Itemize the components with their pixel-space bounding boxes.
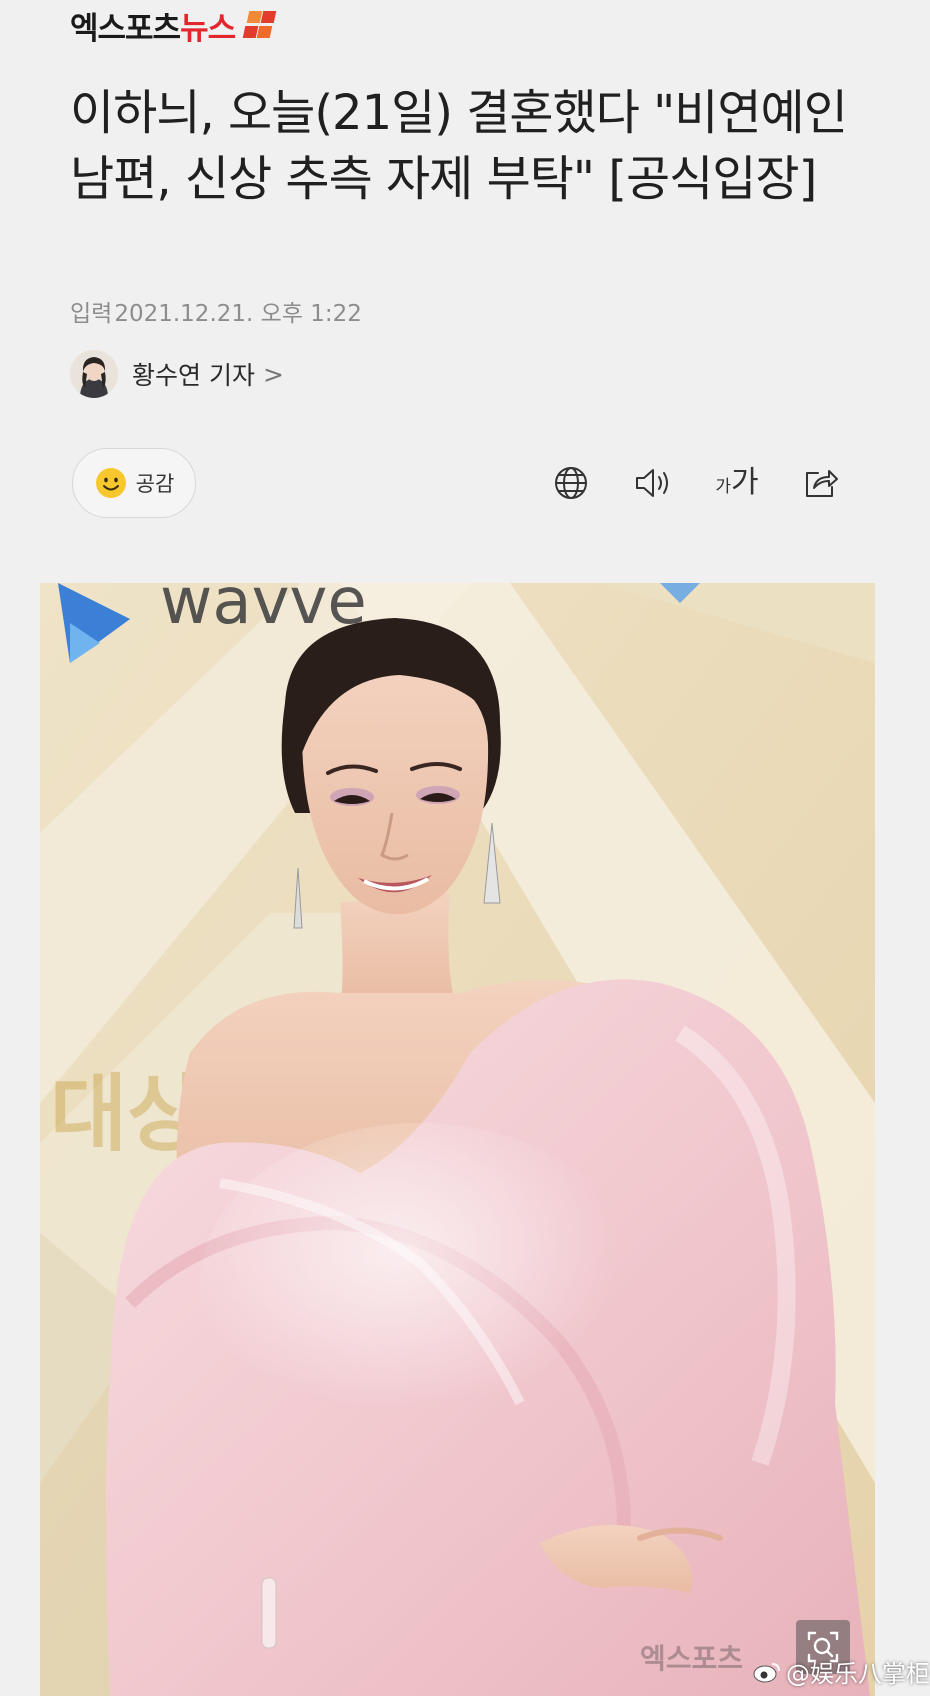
- logo-text-main: 엑스포츠: [70, 11, 181, 47]
- photo-watermark-text: 엑스포츠: [640, 1642, 743, 1675]
- weibo-watermark-text: @娱乐八掌柜: [786, 1660, 930, 1688]
- article-page: 엑스포츠뉴스 이하늬, 오늘(21일) 결혼했다 "비연예인 남편, 신상 추측…: [0, 0, 930, 1696]
- reporter-avatar: [70, 350, 118, 398]
- article-photo[interactable]: wavve 대상 엑스포츠: [40, 583, 875, 1696]
- reporter-link[interactable]: 황수연 기자 >: [70, 350, 284, 398]
- font-size-large-label: 가: [731, 465, 759, 500]
- timestamp-value: 2021.12.21. 오후 1:22: [114, 301, 362, 327]
- site-logo[interactable]: 엑스포츠뉴스: [70, 10, 277, 47]
- smile-icon: [95, 468, 126, 498]
- photo-illustration: wavve 대상 엑스포츠: [40, 583, 875, 1696]
- like-button[interactable]: 공감: [72, 448, 196, 518]
- chevron-right-icon: >: [262, 359, 284, 389]
- like-label: 공감: [135, 472, 175, 496]
- timestamp-label: 입력: [70, 301, 113, 327]
- logo-text-accent: 뉴스: [180, 11, 236, 47]
- font-size-icon[interactable]: 가가: [712, 462, 762, 504]
- font-size-small-label: 가: [715, 477, 732, 497]
- logo-mark-icon: [241, 10, 277, 41]
- speaker-icon[interactable]: [632, 462, 674, 504]
- weibo-watermark: @娱乐八掌柜: [752, 1654, 930, 1689]
- share-icon[interactable]: [800, 462, 842, 504]
- article-headline: 이하늬, 오늘(21일) 결혼했다 "비연예인 남편, 신상 추측 자제 부탁"…: [70, 85, 848, 207]
- article-timestamp: 입력2021.12.21. 오후 1:22: [70, 294, 362, 328]
- globe-icon[interactable]: [550, 462, 592, 504]
- weibo-icon: [753, 1662, 780, 1682]
- reporter-name: 황수연 기자: [132, 361, 255, 390]
